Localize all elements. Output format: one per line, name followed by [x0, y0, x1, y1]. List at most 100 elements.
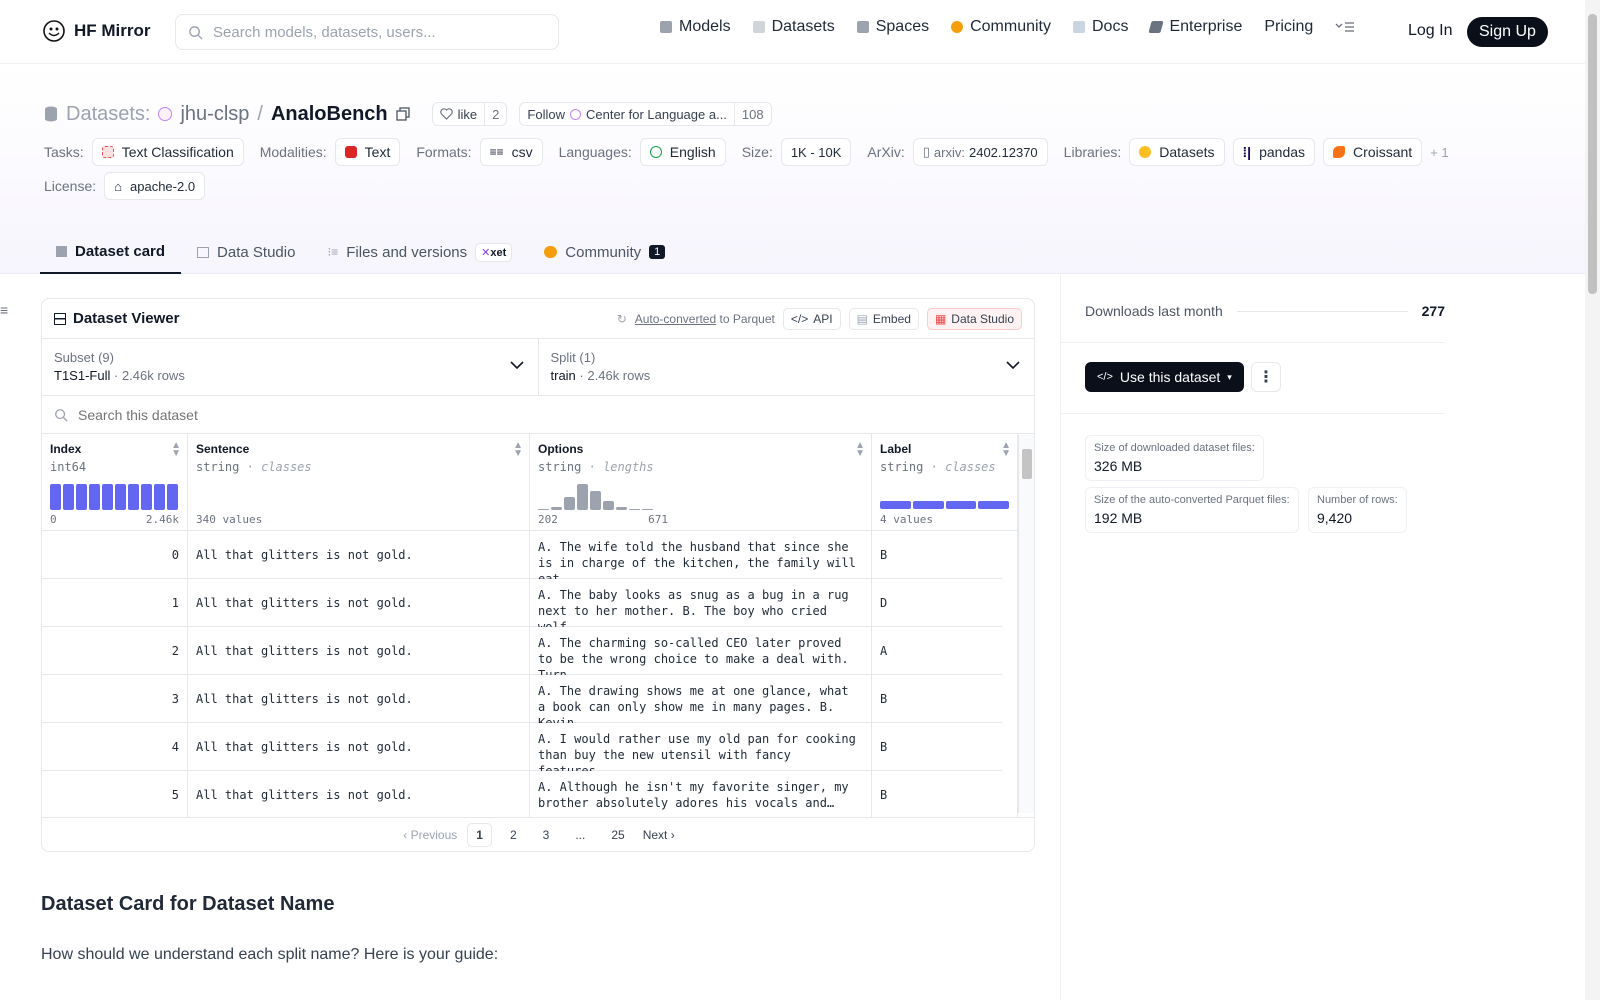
subset-select[interactable]: Subset (9) T1S1-Full · 2.46k rows — [42, 339, 538, 395]
cell-label[interactable]: D — [872, 579, 1018, 627]
cell-label[interactable]: B — [872, 531, 1018, 579]
follow-button[interactable]: Follow Center for Language a... 108 — [519, 102, 772, 126]
col-header-options[interactable]: Options string · lengths ▲ ▼ 202 671 — [530, 434, 872, 531]
window-scrollbar-thumb[interactable] — [1588, 14, 1597, 294]
like-count: 2 — [484, 103, 506, 125]
prev-page-button[interactable]: ‹ Previous — [403, 828, 457, 842]
cell-options[interactable]: A. The wife told the husband that since … — [530, 531, 872, 579]
cell-sentence[interactable]: All that glitters is not gold. — [188, 627, 530, 675]
cell-options[interactable]: A. The drawing shows me at one glance, w… — [530, 675, 872, 723]
tag-task[interactable]: Text Classification — [91, 138, 244, 166]
cell-index[interactable]: 0 — [42, 531, 188, 579]
login-link[interactable]: Log In — [1408, 22, 1452, 40]
embed-icon: ▤ — [856, 311, 868, 326]
split-select[interactable]: Split (1) train · 2.46k rows — [537, 339, 1035, 395]
sort-icon[interactable]: ▲ ▼ — [171, 441, 181, 459]
search-input[interactable] — [213, 23, 533, 41]
copy-icon[interactable] — [396, 107, 410, 121]
tab-community[interactable]: Community 1 — [528, 230, 681, 274]
cell-index[interactable]: 4 — [42, 723, 188, 771]
table-scrollbar[interactable] — [1018, 435, 1034, 813]
nav-spaces[interactable]: Spaces — [856, 18, 929, 36]
follow-org: Center for Language a... — [585, 106, 727, 122]
dataset-search[interactable] — [42, 396, 1034, 434]
auto-converted-link[interactable]: Auto-converted to Parquet — [635, 312, 775, 326]
table-row[interactable]: 1 All that glitters is not gold. A. The ba… — [42, 579, 1018, 627]
next-page-button[interactable]: Next › — [643, 828, 675, 842]
database-icon — [45, 106, 57, 122]
more-options-button[interactable]: ⋮ — [1251, 362, 1281, 392]
dataset-search-input[interactable] — [78, 406, 678, 423]
like-button[interactable]: like 2 — [431, 102, 508, 126]
table-row[interactable]: 5 All that glitters is not gold. A. Althou… — [42, 771, 1018, 819]
tab-data-studio[interactable]: Data Studio — [181, 230, 311, 274]
cell-sentence[interactable]: All that glitters is not gold. — [188, 723, 530, 771]
toc-toggle-icon[interactable]: ≡ — [0, 302, 8, 318]
more-libraries[interactable]: + 1 — [1430, 145, 1448, 160]
tag-size[interactable]: 1K - 10K — [780, 138, 852, 166]
cell-sentence[interactable]: All that glitters is not gold. — [188, 771, 530, 819]
tag-language[interactable]: English — [639, 138, 726, 166]
scrollbar-thumb[interactable] — [1022, 449, 1032, 479]
cell-label[interactable]: B — [872, 771, 1018, 819]
signup-button[interactable]: Sign Up — [1467, 17, 1548, 47]
section-label[interactable]: Datasets: — [66, 103, 150, 126]
table-row[interactable]: 0 All that glitters is not gold. A. The wi… — [42, 531, 1018, 579]
embed-button[interactable]: ▤ Embed — [848, 307, 919, 330]
page-2[interactable]: 2 — [502, 824, 525, 846]
nav-more-menu[interactable] — [1335, 20, 1355, 34]
tab-dataset-card[interactable]: Dataset card — [40, 230, 182, 274]
col-header-sentence[interactable]: Sentence string · classes ▲ ▼ 340 values — [188, 434, 530, 531]
use-dataset-button[interactable]: </> Use this dataset ▾ — [1085, 362, 1244, 392]
cell-index[interactable]: 5 — [42, 771, 188, 819]
cell-index[interactable]: 1 — [42, 579, 188, 627]
cell-index[interactable]: 2 — [42, 627, 188, 675]
tab-files[interactable]: ⁝≡ Files and versions ✕xet — [311, 230, 528, 274]
owner-link[interactable]: jhu-clsp — [180, 103, 249, 126]
col-header-label[interactable]: Label string · classes ▲ ▼ 4 values — [872, 434, 1018, 531]
cell-sentence[interactable]: All that glitters is not gold. — [188, 579, 530, 627]
tag-lib-datasets[interactable]: Datasets — [1129, 138, 1225, 166]
window-scrollbar[interactable] — [1585, 0, 1600, 1000]
cell-sentence[interactable]: All that glitters is not gold. — [188, 675, 530, 723]
nav-enterprise[interactable]: Enterprise — [1148, 18, 1242, 36]
col-index-type: int64 — [50, 460, 87, 474]
brand-logo[interactable]: HF Mirror — [42, 19, 151, 43]
cell-label[interactable]: A — [872, 627, 1018, 675]
sort-icon[interactable]: ▲ ▼ — [1001, 441, 1011, 459]
page-1[interactable]: 1 — [467, 822, 492, 847]
table-row[interactable]: 4 All that glitters is not gold. A. I woul… — [42, 723, 1018, 771]
search-icon — [55, 408, 68, 422]
cell-options[interactable]: A. The charming so-called CEO later prov… — [530, 627, 872, 675]
tag-lib-croissant[interactable]: Croissant — [1323, 138, 1423, 166]
sort-icon[interactable]: ▲ ▼ — [513, 441, 523, 459]
tag-modality[interactable]: Text — [334, 138, 401, 166]
viewer-actions: ↻ Auto-converted to Parquet </> API ▤ Embe… — [617, 307, 1022, 330]
table-row[interactable]: 3 All that glitters is not gold. A. The dr… — [42, 675, 1018, 723]
cell-sentence[interactable]: All that glitters is not gold. — [188, 531, 530, 579]
cell-options[interactable]: A. I would rather use my old pan for coo… — [530, 723, 872, 771]
col-header-index[interactable]: Index int64 ▲ ▼ 0 2.46k — [42, 434, 188, 531]
cell-options[interactable]: A. Although he isn't my favorite singer,… — [530, 771, 872, 819]
sort-icon[interactable]: ▲ ▼ — [855, 441, 865, 459]
page-3[interactable]: 3 — [535, 824, 558, 846]
tag-arxiv[interactable]: ▯ arxiv: 2402.12370 — [912, 138, 1048, 166]
table-row[interactable]: 2 All that glitters is not gold. A. The ch… — [42, 627, 1018, 675]
global-search[interactable] — [175, 14, 559, 50]
cell-label[interactable]: B — [872, 675, 1018, 723]
page-25[interactable]: 25 — [603, 824, 632, 846]
cell-label[interactable]: B — [872, 723, 1018, 771]
nav-datasets[interactable]: Datasets — [752, 18, 835, 36]
nav-models[interactable]: Models — [660, 18, 731, 36]
nav-docs[interactable]: Docs — [1073, 18, 1128, 36]
cell-index[interactable]: 3 — [42, 675, 188, 723]
data-studio-button[interactable]: ▦ Data Studio — [926, 307, 1022, 330]
nav-pricing[interactable]: Pricing — [1264, 18, 1313, 36]
tag-format[interactable]: ≡≡ csv — [479, 138, 543, 166]
cell-options[interactable]: A. The baby looks as snug as a bug in a … — [530, 579, 872, 627]
repo-name[interactable]: AnaloBench — [271, 103, 388, 126]
api-button[interactable]: </> API — [782, 307, 841, 330]
nav-community[interactable]: Community — [951, 18, 1051, 36]
tag-license[interactable]: ⌂ apache-2.0 — [104, 172, 206, 200]
tag-lib-pandas[interactable]: ⁞| pandas — [1232, 138, 1316, 166]
